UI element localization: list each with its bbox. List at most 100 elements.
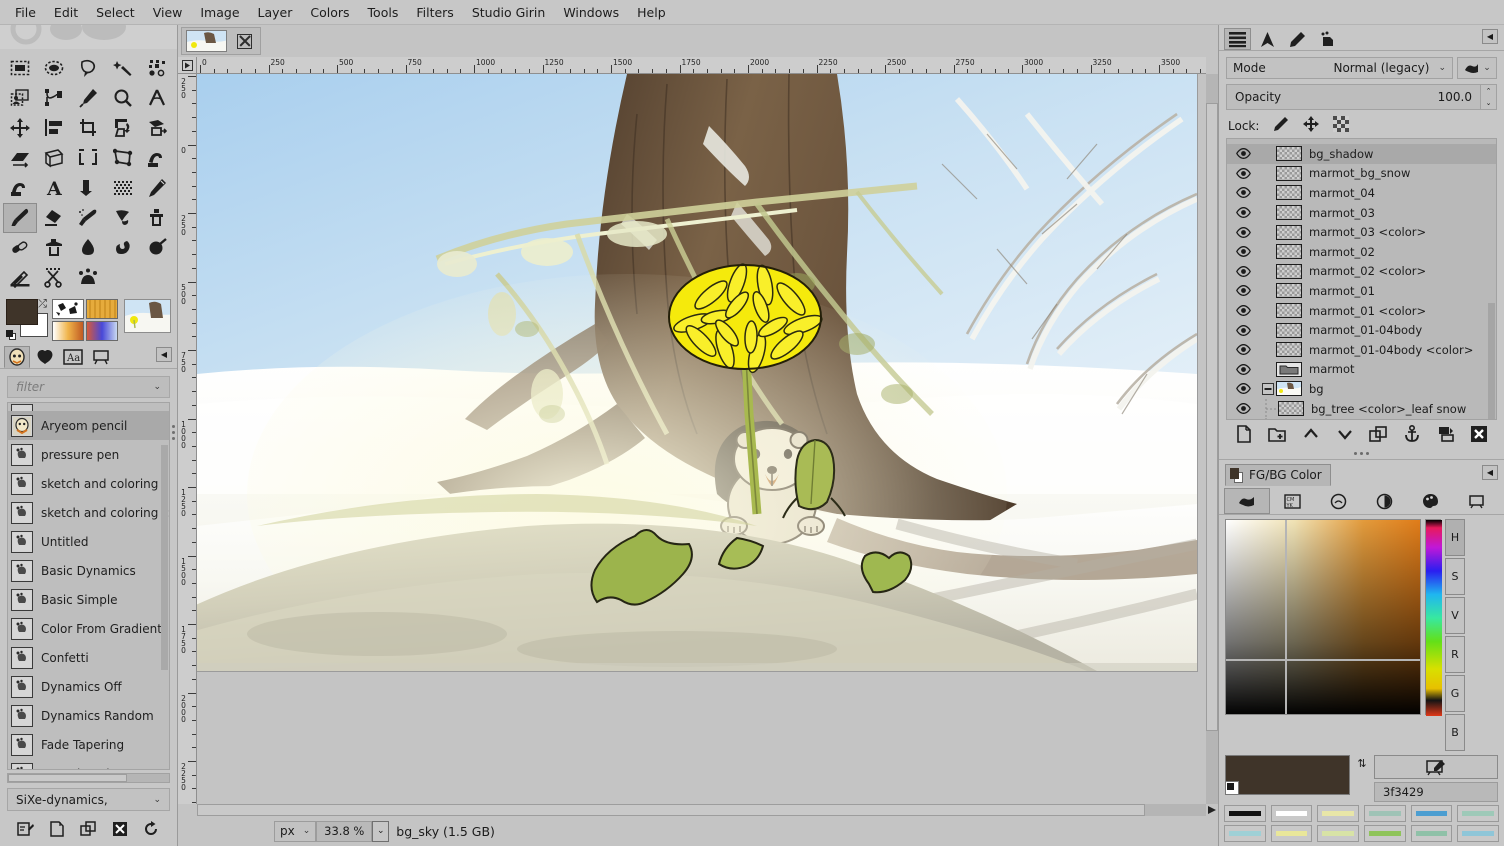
menu-windows[interactable]: Windows [554,2,628,23]
paths-tab[interactable] [1284,28,1311,50]
brush-list-item[interactable]: Aryeom pencil [8,411,169,440]
new-layer-button[interactable] [1233,423,1255,445]
canvas-navigation-corner[interactable] [1206,804,1218,816]
perspective-icon[interactable] [37,143,71,173]
dynamics-tab[interactable] [32,346,58,368]
dynamics-selector[interactable]: SiXe-dynamics, ⌄ [7,788,170,811]
layer-visibility-icon[interactable] [1236,344,1260,355]
brush-list[interactable]: Aryeom pencilpressure pensketch and colo… [7,402,170,770]
brush-list-item[interactable]: Basic Dynamics [8,556,169,585]
scale-icon[interactable] [140,113,174,143]
menu-file[interactable]: File [6,2,45,23]
lock-position-icon[interactable] [1303,116,1319,135]
undo-history-tab[interactable] [1314,28,1341,50]
layer-row[interactable]: marmot_01 <color> [1227,301,1496,321]
move-icon[interactable] [3,113,37,143]
menu-tools[interactable]: Tools [359,2,408,23]
palette-swatch[interactable] [1224,825,1266,842]
brush-list-item[interactable]: Dynamics Off [8,672,169,701]
palette-tab[interactable] [1407,488,1453,514]
layer-row[interactable]: bg_tree <color>_leaf [1227,418,1496,419]
crop-icon[interactable] [71,113,105,143]
brush-list-hscrollbar[interactable] [7,773,170,783]
dock-resize-grip[interactable] [1219,448,1504,459]
pick-from-screen-button[interactable] [1374,755,1498,779]
palette-swatch[interactable] [1317,805,1359,822]
menu-filters[interactable]: Filters [407,2,462,23]
palette-swatch[interactable] [1457,805,1499,822]
bucket-fill-icon[interactable] [3,173,37,203]
palette-swatch[interactable] [1411,825,1453,842]
image-tab[interactable] [181,27,261,55]
brush-filter-input[interactable]: filter ⌄ [7,376,170,398]
menu-layer[interactable]: Layer [249,2,302,23]
layer-visibility-icon[interactable] [1236,207,1260,218]
layer-visibility-icon[interactable] [1236,246,1260,257]
brush-list-item[interactable]: Dynamics Random [8,701,169,730]
gradient-icon[interactable] [71,173,105,203]
blur-sharpen-icon[interactable] [71,233,105,263]
new-dynamics-button[interactable] [46,819,68,839]
chevron-down-icon[interactable]: ⌄ [303,826,311,836]
chevron-down-icon[interactable]: ⌄ [1483,63,1491,73]
layer-row[interactable]: marmot [1227,360,1496,380]
canvas-horizontal-scrollbar[interactable] [197,804,1206,816]
layer-row[interactable]: marmot_03 <color> [1227,222,1496,242]
lock-pixels-icon[interactable] [1273,116,1289,135]
menu-image[interactable]: Image [191,2,248,23]
canvas-viewport[interactable] [197,74,1206,804]
brush-list-scrollbar[interactable] [161,445,168,670]
hue-strip[interactable] [1425,519,1441,715]
pencil-icon[interactable] [140,173,174,203]
edit-dynamics-button[interactable] [15,819,37,839]
layer-visibility-icon[interactable] [1236,383,1260,394]
brush-list-item[interactable]: Confetti [8,643,169,672]
layer-visibility-icon[interactable] [1236,187,1260,198]
brush-list-item[interactable]: Untitled [8,527,169,556]
brush-list-item[interactable]: Negative Size Pressure [8,759,169,769]
chevron-down-icon[interactable]: ⌄ [153,795,161,805]
clone-icon[interactable] [140,203,174,233]
warp-transform-icon[interactable] [140,143,174,173]
palette-swatch[interactable] [1271,805,1313,822]
templates-tab[interactable] [88,346,114,368]
layer-visibility-icon[interactable] [1236,266,1260,277]
menu-select[interactable]: Select [87,2,144,23]
rotate-icon[interactable] [106,113,140,143]
collapse-group-icon[interactable] [1260,383,1276,395]
layer-row[interactable]: marmot_02 <color> [1227,262,1496,282]
palette-swatch[interactable] [1271,825,1313,842]
palette-swatch[interactable] [1411,805,1453,822]
palette-swatch[interactable] [1457,825,1499,842]
foreground-select-icon[interactable] [3,83,37,113]
fuzzy-select-icon[interactable] [106,53,140,83]
layer-visibility-icon[interactable] [1236,364,1260,375]
brush-list-item[interactable]: sketch and coloring copy [8,498,169,527]
palette-swatch[interactable] [1364,825,1406,842]
layer-visibility-icon[interactable] [1236,305,1260,316]
layer-visibility-icon[interactable] [1236,325,1260,336]
channel-button-r[interactable]: R [1445,636,1465,673]
merge-down-button[interactable] [1435,423,1457,445]
channel-button-v[interactable]: V [1445,597,1465,634]
channels-tab[interactable] [1254,28,1281,50]
layer-visibility-icon[interactable] [1236,227,1260,238]
palette-swatch[interactable] [1224,805,1266,822]
channel-button-b[interactable]: B [1445,714,1465,751]
channel-button-h[interactable]: H [1445,519,1465,556]
horizontal-ruler[interactable]: 0250500750100012501500175020002250250027… [197,57,1206,74]
hex-color-field[interactable]: 3f3429 [1374,782,1498,802]
brushes-tab[interactable] [4,346,30,368]
cage-transform-icon[interactable] [71,263,105,293]
layer-row[interactable]: marmot_bg_snow [1227,164,1496,184]
menu-studio-girin[interactable]: Studio Girin [463,2,554,23]
reset-color-corner[interactable] [1225,781,1239,795]
duplicate-layer-button[interactable] [1367,423,1389,445]
menu-colors[interactable]: Colors [301,2,358,23]
measure-icon[interactable] [140,83,174,113]
active-brush-indicator[interactable] [52,299,84,319]
reset-colors-icon[interactable] [6,330,17,341]
lock-alpha-icon[interactable] [1333,116,1349,135]
opacity-slider[interactable]: Opacity 100.0 [1226,84,1481,110]
composite-mode-button[interactable]: ⌄ [1457,57,1497,79]
